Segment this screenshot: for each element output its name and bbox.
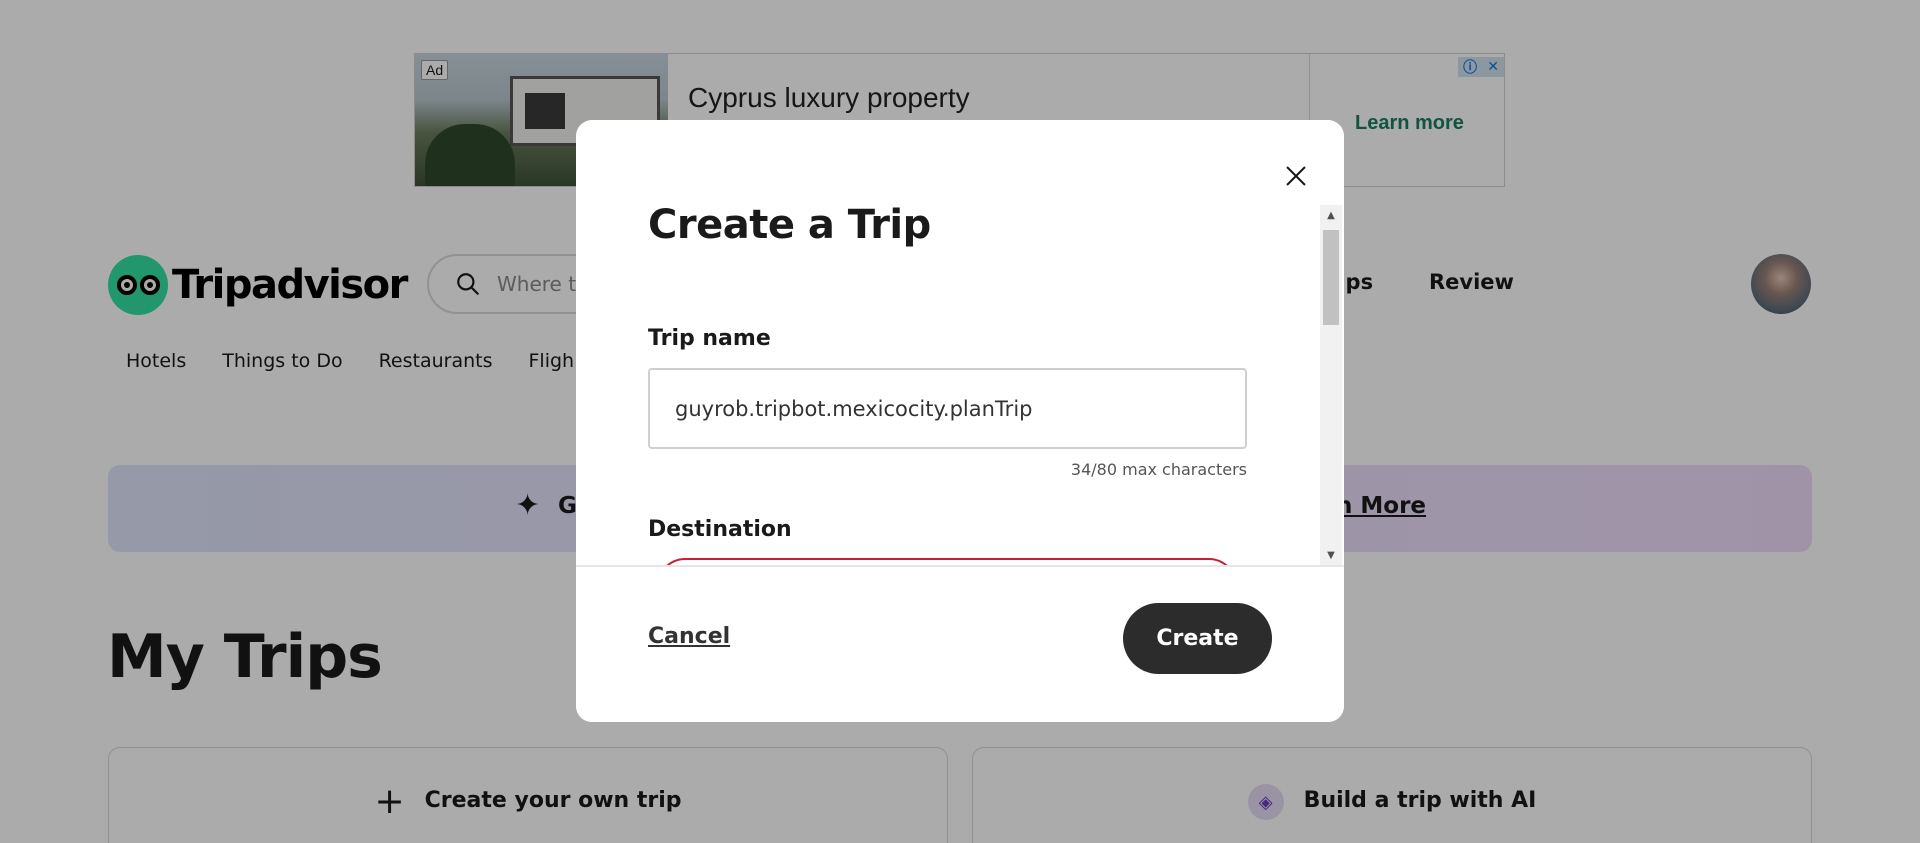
trip-name-input[interactable] <box>648 368 1247 449</box>
scrollbar-thumb[interactable] <box>1323 230 1339 325</box>
footer-divider <box>576 565 1344 567</box>
cancel-button[interactable]: Cancel <box>648 624 730 649</box>
modal-title: Create a Trip <box>648 202 931 248</box>
trip-name-label: Trip name <box>648 326 771 351</box>
modal-scrollbar[interactable]: ▲ ▼ <box>1320 205 1342 565</box>
close-modal-button[interactable] <box>1272 152 1320 200</box>
close-icon <box>1286 166 1306 186</box>
create-button[interactable]: Create <box>1123 603 1272 674</box>
destination-label: Destination <box>648 517 792 542</box>
scroll-up-arrow-icon[interactable]: ▲ <box>1320 205 1342 225</box>
char-count: 34/80 max characters <box>1070 460 1247 479</box>
scroll-down-arrow-icon[interactable]: ▼ <box>1320 545 1342 565</box>
